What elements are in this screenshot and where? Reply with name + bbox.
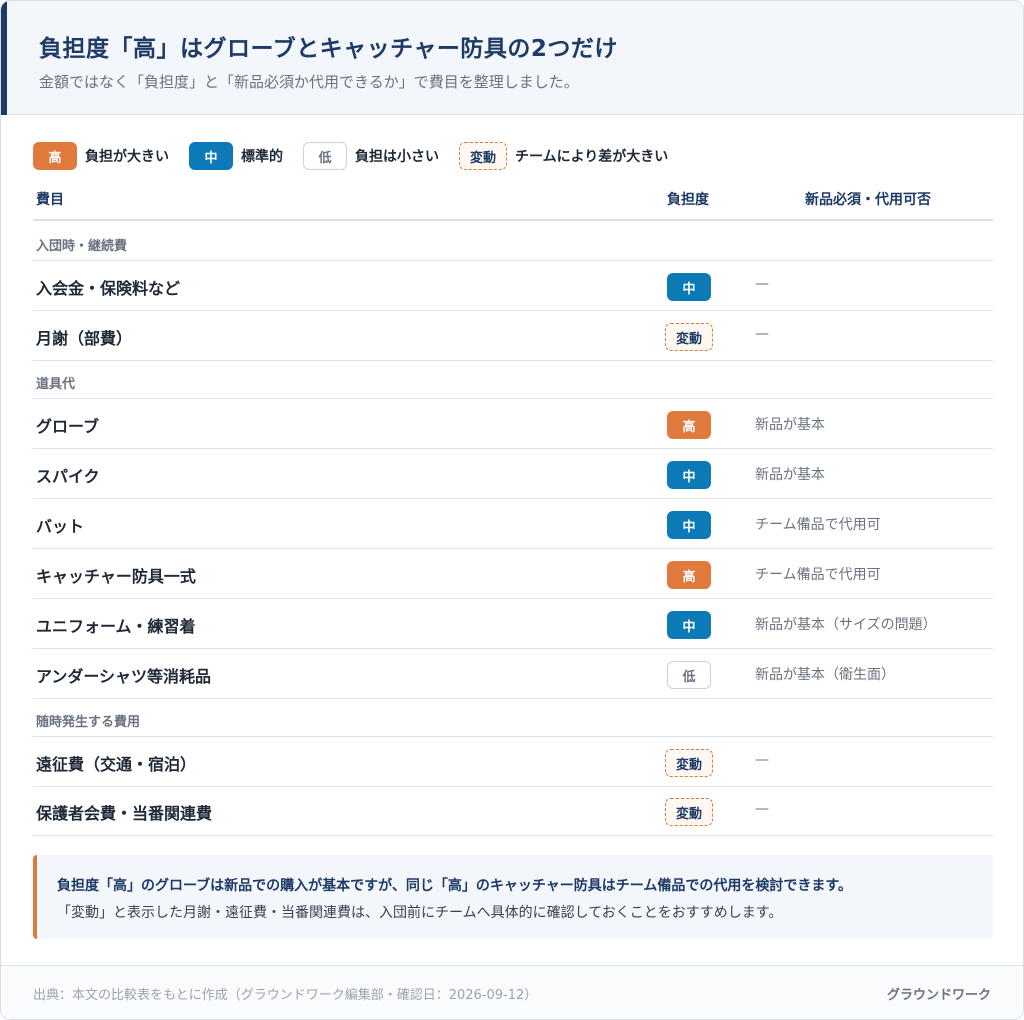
item-name: ユニフォーム・練習着: [36, 617, 196, 636]
section-title: 入団時・継続費: [36, 239, 128, 254]
item-note: 新品が基本: [755, 417, 825, 433]
table-row: バット 中 チーム備品で代用可: [33, 499, 993, 549]
badge-low: 低: [303, 142, 347, 170]
item-name: アンダーシャツ等消耗品: [36, 667, 212, 686]
table-row: スパイク 中 新品が基本: [33, 449, 993, 499]
item-name: 遠征費（交通・宿泊）: [36, 755, 197, 774]
table-row: 保護者会費・当番関連費 変動 —: [33, 786, 993, 836]
item-name: キャッチャー防具一式: [36, 567, 196, 586]
legend-label: チームにより差が大きい: [515, 149, 669, 165]
page-title: 負担度「高」はグローブとキャッチャー防具の2つだけ: [39, 36, 618, 62]
table-row: グローブ 高 新品が基本: [33, 399, 993, 449]
item-name: 保護者会費・当番関連費: [36, 804, 213, 823]
item-note: 新品が基本（サイズの問題）: [755, 617, 937, 633]
burden-badge: 変動: [665, 323, 713, 351]
callout-line-1: 負担度「高」のグローブは新品での購入が基本ですが、同じ「高」のキャッチャー防具は…: [57, 878, 852, 894]
burden-badge: 高: [667, 411, 711, 439]
callout-line-2: 「変動」と表示した月謝・遠征費・当番関連費は、入団前にチームへ具体的に確認してお…: [57, 905, 783, 921]
section-title: 道具代: [36, 377, 76, 392]
legend-item-variable: 変動 チームにより差が大きい: [459, 142, 668, 170]
item-name: 入会金・保険料など: [36, 279, 181, 298]
burden-badge: 変動: [665, 749, 713, 777]
table-row: 月謝（部費） 変動 —: [33, 311, 993, 361]
item-name: スパイク: [36, 467, 100, 486]
burden-badge: 中: [667, 511, 711, 539]
table-row: 遠征費（交通・宿泊） 変動 —: [33, 737, 993, 787]
table-section: 道具代: [33, 359, 993, 399]
table-section: 入団時・継続費: [33, 221, 993, 261]
legend: 高 負担が大きい 中 標準的 低 負担は小さい 変動 チームにより差が大きい: [33, 141, 688, 171]
item-note: —: [755, 326, 769, 342]
column-header-new-or-substitute: 新品必須・代用可否: [805, 192, 931, 208]
footer: 出典：本文の比較表をもとに作成（グラウンドワーク編集部・確認日：2026-09-…: [1, 965, 1023, 1019]
item-note: チーム備品で代用可: [755, 517, 881, 533]
badge-high: 高: [33, 142, 77, 170]
burden-badge: 高: [667, 561, 711, 589]
item-note: —: [755, 801, 769, 817]
item-name: バット: [36, 517, 85, 536]
legend-label: 負担が大きい: [85, 149, 169, 165]
item-note: チーム備品で代用可: [755, 567, 881, 583]
legend-item-low: 低 負担は小さい: [303, 142, 439, 170]
burden-badge: 中: [667, 611, 711, 639]
header-accent-bar: [1, 1, 7, 115]
item-name: 月謝（部費）: [36, 329, 133, 348]
source-note: 出典：本文の比較表をもとに作成（グラウンドワーク編集部・確認日：2026-09-…: [33, 988, 538, 1003]
cost-summary-card: 負担度「高」はグローブとキャッチャー防具の2つだけ 金額ではなく「負担度」と「新…: [0, 0, 1024, 1020]
burden-badge: 中: [667, 461, 711, 489]
table-row: ユニフォーム・練習着 中 新品が基本（サイズの問題）: [33, 599, 993, 649]
legend-label: 負担は小さい: [355, 149, 439, 165]
badge-mid: 中: [189, 142, 233, 170]
page-subtitle: 金額ではなく「負担度」と「新品必須か代用できるか」で費目を整理しました。: [39, 73, 579, 91]
header: 負担度「高」はグローブとキャッチャー防具の2つだけ 金額ではなく「負担度」と「新…: [1, 1, 1023, 115]
item-name: グローブ: [36, 417, 100, 436]
item-note: 新品が基本: [755, 467, 825, 483]
legend-item-high: 高 負担が大きい: [33, 142, 169, 170]
item-note: —: [755, 276, 769, 292]
legend-label: 標準的: [241, 149, 283, 165]
badge-variable: 変動: [459, 142, 507, 170]
burden-badge: 低: [667, 661, 711, 689]
table-row: アンダーシャツ等消耗品 低 新品が基本（衛生面）: [33, 649, 993, 699]
burden-badge: 中: [667, 273, 711, 301]
table-row: キャッチャー防具一式 高 チーム備品で代用可: [33, 549, 993, 599]
column-header-burden: 負担度: [667, 192, 709, 208]
brand-name: グラウンドワーク: [886, 988, 991, 1003]
table-header: 費目 負担度 新品必須・代用可否: [33, 181, 993, 221]
burden-badge: 変動: [665, 798, 713, 826]
table-section: 随時発生する費用: [33, 697, 993, 737]
column-header-item: 費目: [36, 192, 64, 208]
item-note: —: [755, 752, 769, 768]
callout-note: 負担度「高」のグローブは新品での購入が基本ですが、同じ「高」のキャッチャー防具は…: [33, 855, 993, 939]
legend-item-mid: 中 標準的: [189, 142, 283, 170]
section-title: 随時発生する費用: [36, 715, 141, 730]
table-row: 入会金・保険料など 中 —: [33, 261, 993, 311]
item-note: 新品が基本（衛生面）: [755, 667, 895, 683]
